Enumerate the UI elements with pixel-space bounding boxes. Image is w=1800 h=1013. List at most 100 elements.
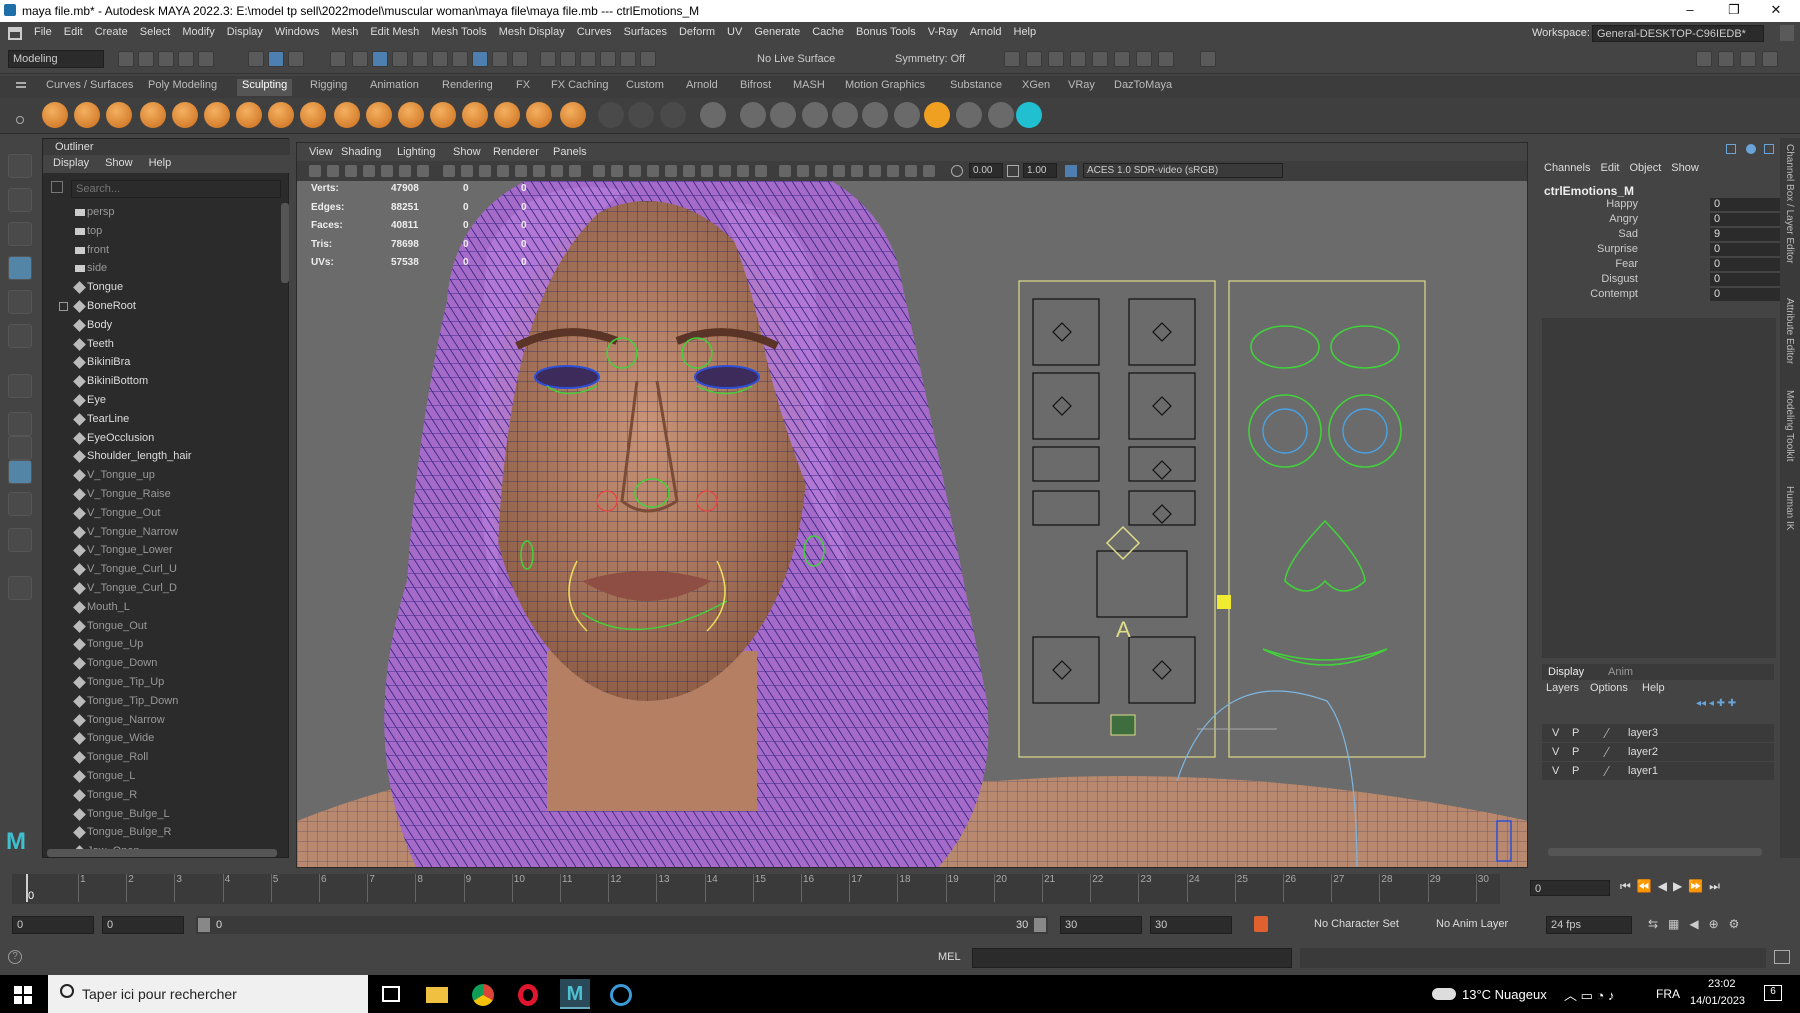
outliner-item[interactable]: BoneRoot: [43, 297, 283, 316]
status-tool-button-14[interactable]: [432, 51, 448, 67]
current-frame-field[interactable]: 0: [1530, 880, 1610, 896]
panel-toggle-button-3[interactable]: [1740, 51, 1756, 67]
outliner-hscrollbar[interactable]: [47, 849, 277, 857]
shelf-tab-rigging[interactable]: Rigging: [310, 79, 347, 91]
layer-playback-toggle[interactable]: P: [1572, 727, 1579, 739]
viewport-toolbar-icon-11[interactable]: [497, 165, 509, 177]
outliner-item[interactable]: V_Tongue_Out: [43, 504, 283, 523]
channel-value-field[interactable]: 9: [1710, 228, 1780, 241]
sculpt-tool-icon-7[interactable]: [236, 102, 262, 128]
viewport-toolbar-icon-1[interactable]: [309, 165, 321, 177]
menu-cache[interactable]: Cache: [806, 22, 850, 38]
status-tool-button-8[interactable]: [288, 51, 304, 67]
layer-color-icon[interactable]: [1603, 728, 1619, 738]
weather-text[interactable]: 13°C Nuageux: [1462, 987, 1547, 1002]
outliner-item[interactable]: BikiniBra: [43, 353, 283, 372]
status-tool-button-4[interactable]: [178, 51, 194, 67]
shelf-tab-sculpting[interactable]: Sculpting: [237, 79, 293, 96]
color-space-dropdown[interactable]: ACES 1.0 SDR-video (sRGB): [1083, 163, 1283, 178]
shelf-tab-substance[interactable]: Substance: [950, 79, 1002, 91]
outliner-item[interactable]: EyeOcclusion: [43, 429, 283, 448]
status-tool-button-12[interactable]: [392, 51, 408, 67]
shelf-settings-icon[interactable]: [16, 116, 24, 124]
menu-edit-mesh[interactable]: Edit Mesh: [364, 22, 425, 38]
status-tool-button-6[interactable]: [248, 51, 264, 67]
viewport-toolbar-icon-18[interactable]: [629, 165, 641, 177]
toolbox-tool-2[interactable]: [8, 188, 32, 212]
shelf-menu-icon[interactable]: [16, 82, 26, 84]
menu-help[interactable]: Help: [1008, 22, 1043, 38]
script-editor-icon[interactable]: [1774, 950, 1790, 964]
sculpt-tool-icon-9[interactable]: [300, 102, 326, 128]
outliner-item[interactable]: Tongue_Bulge_L: [43, 805, 283, 824]
channel-row-sad[interactable]: Sad 9: [1536, 228, 1780, 243]
sculpt-tool-icon-14[interactable]: [462, 102, 488, 128]
close-button[interactable]: ✕: [1756, 2, 1796, 20]
menu-mesh-tools[interactable]: Mesh Tools: [425, 22, 492, 38]
outliner-item[interactable]: V_Tongue_Curl_U: [43, 560, 283, 579]
viewport-toolbar-icon-29[interactable]: [833, 165, 845, 177]
shelf-tab-xgen[interactable]: XGen: [1022, 79, 1050, 91]
playback-options-icons[interactable]: ⇆▦◀⊕⚙: [1648, 917, 1749, 931]
render-button-9[interactable]: [1200, 51, 1216, 67]
clock-date[interactable]: 14/01/2023: [1690, 995, 1745, 1007]
viewport-toolbar-icon-19[interactable]: [647, 165, 659, 177]
outliner-item[interactable]: Body: [43, 316, 283, 335]
viewport-toolbar-icon-5[interactable]: [381, 165, 393, 177]
side-tab-1[interactable]: Channel Box / Layer Editor: [1784, 144, 1795, 264]
exposure-field[interactable]: 0.00: [969, 163, 1003, 178]
channel-value-field[interactable]: 0: [1710, 288, 1780, 301]
outliner-item[interactable]: top: [43, 222, 283, 241]
menuset-dropdown[interactable]: Modeling: [8, 50, 104, 68]
menu-mesh-display[interactable]: Mesh Display: [493, 22, 571, 38]
viewport-toolbar-icon-25[interactable]: [755, 165, 767, 177]
viewport-toolbar-icon-13[interactable]: [533, 165, 545, 177]
shelf-tab-custom[interactable]: Custom: [626, 79, 664, 91]
playback-controls[interactable]: ⏮⏪◀▶⏩⏭: [1620, 879, 1726, 894]
channel-value-field[interactable]: 0: [1710, 243, 1780, 256]
layer-buttons-icons[interactable]: ◂◂ ◂ ✚ ✚: [1696, 698, 1736, 709]
panel-toggle-button-2[interactable]: [1718, 51, 1734, 67]
viewport-menu-shading[interactable]: Shading: [341, 146, 381, 158]
viewport-toolbar-icon-3[interactable]: [345, 165, 357, 177]
shelf-tab-arnold[interactable]: Arnold: [686, 79, 718, 91]
playback-start-field[interactable]: 0: [102, 916, 184, 934]
viewport-menu-show[interactable]: Show: [453, 146, 481, 158]
channelbox-menu-show[interactable]: Show: [1671, 162, 1699, 174]
time-slider[interactable]: 1 2 3 4 5 6 7 8 9 10 11 12 13 14 15 16 17 18 19 20 21 22 23 24 2…: [0, 870, 1800, 906]
layer-menu-layers[interactable]: Layers: [1546, 682, 1579, 694]
menu-v-ray[interactable]: V-Ray: [922, 22, 964, 38]
layer-tab-anim[interactable]: Anim: [1608, 666, 1633, 678]
minimize-button[interactable]: –: [1670, 2, 1710, 20]
gamma-icon[interactable]: [1007, 165, 1019, 177]
viewport-toolbar-icon-32[interactable]: [887, 165, 899, 177]
sculpt-tool-icon-17[interactable]: [560, 102, 586, 128]
viewport-toolbar-icon-9[interactable]: [461, 165, 473, 177]
status-tool-button-16[interactable]: [472, 51, 488, 67]
viewport-toolbar-icon-27[interactable]: [797, 165, 809, 177]
mel-input[interactable]: [972, 948, 1292, 968]
expand-icon[interactable]: [59, 301, 68, 311]
viewport-toolbar-icon-14[interactable]: [551, 165, 563, 177]
channel-value-field[interactable]: 0: [1710, 198, 1780, 211]
menu-uv[interactable]: UV: [721, 22, 748, 38]
chrome-icon[interactable]: [472, 984, 494, 1006]
channel-value-field[interactable]: 0: [1710, 273, 1780, 286]
sculpt-tool-icon-28[interactable]: [924, 102, 950, 128]
sculpt-tool-icon-29[interactable]: [956, 102, 982, 128]
clock-time[interactable]: 23:02: [1708, 978, 1736, 990]
render-button-4[interactable]: [1070, 51, 1086, 67]
viewport-toolbar-icon-6[interactable]: [399, 165, 411, 177]
toolbox-tool-6[interactable]: [8, 324, 32, 348]
sculpt-tool-icon-31[interactable]: [1016, 102, 1042, 128]
toolbox-tool-12[interactable]: [8, 528, 32, 552]
outliner-item[interactable]: persp: [43, 203, 283, 222]
outliner-item[interactable]: Mouth_L: [43, 598, 283, 617]
shelf-tab-fx-caching[interactable]: FX Caching: [551, 79, 608, 91]
sculpt-tool-icon-11[interactable]: [366, 102, 392, 128]
viewport-toolbar-icon-28[interactable]: [815, 165, 827, 177]
menu-curves[interactable]: Curves: [571, 22, 618, 38]
sculpt-tool-icon-16[interactable]: [526, 102, 552, 128]
outliner-item[interactable]: Shoulder_length_hair: [43, 447, 283, 466]
channel-row-disgust[interactable]: Disgust 0: [1536, 273, 1780, 288]
